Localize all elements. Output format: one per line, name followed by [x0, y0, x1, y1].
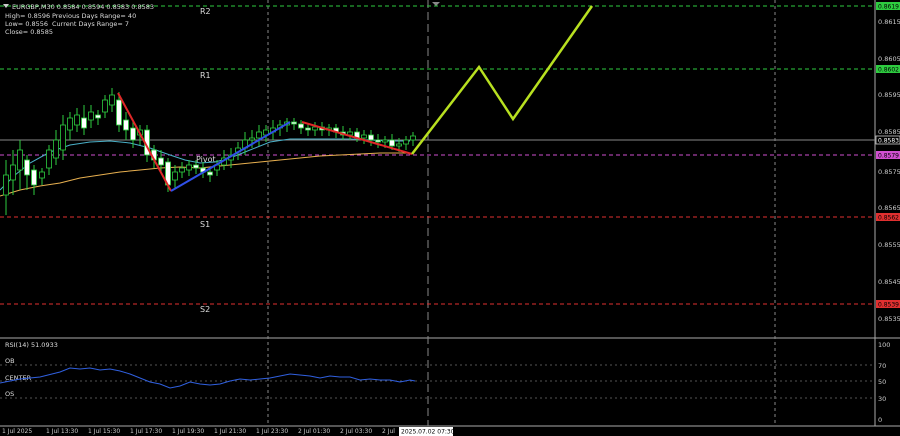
candle-body	[116, 99, 122, 126]
candle-body	[368, 134, 374, 141]
r1-price: 0.8602	[878, 67, 899, 74]
candle-body	[31, 169, 37, 186]
price-tick: 0.8565	[878, 204, 900, 212]
chart-background	[0, 0, 900, 436]
rsi-ob-label: OB	[5, 357, 15, 365]
rsi-tick: 0	[878, 416, 882, 424]
candle-body	[305, 127, 311, 131]
candle-body	[130, 127, 136, 141]
s2-label: S2	[200, 305, 210, 314]
candle-body	[102, 99, 108, 113]
candle-body	[298, 123, 304, 129]
time-tick: 1 Jul 17:30	[130, 428, 162, 435]
pivot-price: 0.8579	[878, 153, 899, 160]
current-price: 0.8583	[878, 138, 899, 145]
time-tick: 2 Jul	[382, 428, 395, 435]
candle-body	[389, 139, 395, 147]
time-tick: 2 Jul 03:30	[340, 428, 372, 435]
s1-price: 0.8562	[878, 215, 899, 222]
candle-body	[410, 135, 416, 141]
candle-body	[256, 131, 262, 139]
price-tick: 0.8545	[878, 278, 900, 286]
rsi-os-label: OS	[5, 390, 14, 398]
price-tick: 0.8535	[878, 315, 900, 323]
rsi-tick: 50	[878, 378, 886, 386]
candle-body	[39, 171, 45, 179]
candle-body	[403, 139, 409, 145]
candle-body	[46, 149, 52, 169]
candle-body	[291, 121, 297, 125]
price-tick: 0.8595	[878, 91, 900, 99]
time-scale: 1 Jul 2025 1 Jul 13:30 1 Jul 15:30 1 Jul…	[2, 427, 455, 436]
candle-body	[3, 174, 9, 196]
candle-body	[67, 117, 73, 131]
time-tick: 1 Jul 15:30	[88, 428, 120, 435]
candle-body	[361, 134, 367, 139]
close-value: Close= 0.8585	[5, 28, 53, 36]
high-value: High= 0.8596	[5, 12, 50, 20]
rsi-title: RSI(14) 51.0933	[5, 341, 58, 349]
low-value: Low= 0.8556	[5, 20, 48, 28]
time-tick: 1 Jul 13:30	[46, 428, 78, 435]
candle-body	[17, 149, 23, 171]
candle-body	[382, 139, 388, 143]
rsi-tick: 100	[878, 341, 890, 349]
candle-body	[396, 143, 402, 147]
candle-body	[193, 164, 199, 169]
chart-canvas[interactable]: R2 R1 Pivot S1 S2 EURGBP,M30 0.8584 0.85…	[0, 0, 900, 436]
candle-body	[172, 171, 178, 181]
s1-label: S1	[200, 220, 210, 229]
rsi-tick: 30	[878, 395, 886, 403]
candle-body	[109, 94, 115, 106]
time-cursor-label: 2025.07.02 07:30	[401, 429, 455, 436]
price-tick: 0.8615	[878, 18, 900, 26]
candle-body	[207, 171, 213, 176]
symbol-line: EURGBP,M30 0.8584 0.8594 0.8583 0.8583	[12, 3, 154, 11]
time-tick: 1 Jul 23:30	[256, 428, 288, 435]
candle-body	[158, 157, 164, 166]
r2-price: 0.8619	[878, 4, 899, 11]
candle-body	[60, 124, 66, 151]
candle-body	[74, 114, 80, 126]
price-tick: 0.8605	[878, 55, 900, 63]
r1-label: R1	[200, 71, 211, 80]
time-tick: 1 Jul 19:30	[172, 428, 204, 435]
cur-range-value: Current Days Range= 7	[52, 20, 129, 28]
candle-body	[186, 164, 192, 171]
candle-body	[10, 164, 16, 181]
candle-body	[249, 137, 255, 141]
time-tick: 2 Jul 01:30	[298, 428, 330, 435]
prev-range-value: Previous Days Range= 40	[52, 12, 136, 20]
s2-price: 0.8539	[878, 302, 899, 309]
price-tick: 0.8555	[878, 241, 900, 249]
candle-body	[312, 126, 318, 131]
price-tick: 0.8575	[878, 168, 900, 176]
candle-body	[81, 117, 87, 129]
candle-body	[95, 114, 101, 119]
candle-body	[24, 159, 30, 176]
candle-body	[88, 111, 94, 121]
r2-label: R2	[200, 7, 211, 16]
candle-body	[179, 167, 185, 173]
price-tick: 0.8585	[878, 128, 900, 136]
candle-body	[375, 139, 381, 143]
rsi-tick: 70	[878, 362, 886, 370]
time-tick: 1 Jul 2025	[2, 428, 32, 435]
candle-body	[53, 139, 59, 159]
candle-body	[123, 119, 129, 131]
time-tick: 1 Jul 21:30	[214, 428, 246, 435]
